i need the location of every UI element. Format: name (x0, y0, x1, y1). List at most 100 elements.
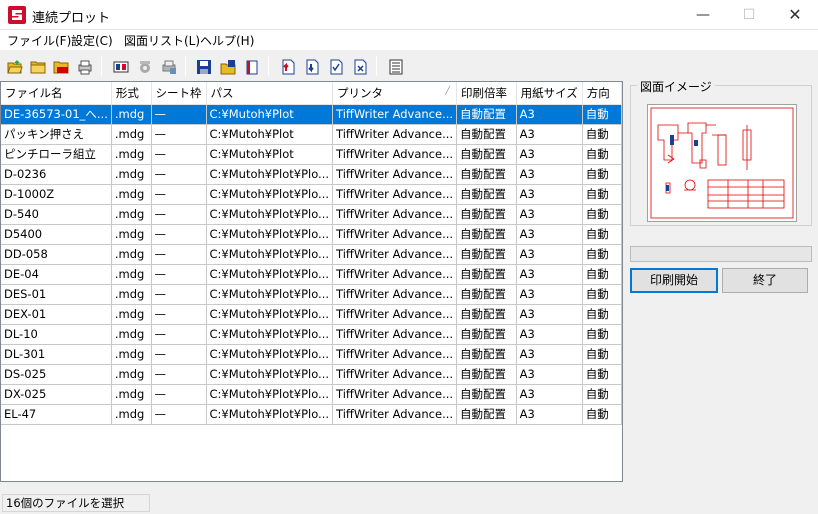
list-icon (389, 59, 403, 75)
cell-orientation: 自動 (582, 264, 623, 285)
folder-delete-button[interactable] (49, 55, 71, 77)
move-down-button[interactable] (300, 55, 322, 77)
cell-paper-size: A3 (516, 204, 583, 225)
drawing-image-group: 図面イメージ (630, 78, 812, 226)
cell-scale: 自動配置 (456, 304, 517, 325)
cell-scale: 自動配置 (456, 204, 517, 225)
save-as-button[interactable] (216, 55, 238, 77)
column-header-scale[interactable]: 印刷倍率 (456, 82, 517, 105)
maximize-button[interactable]: ☐ (726, 0, 772, 30)
table-row[interactable]: DES-01 .mdg — C:¥Mutoh¥Plot¥Plo... TiffWrite… (1, 284, 623, 305)
cell-printer: TiffWriter Advance... (332, 204, 458, 225)
move-up-button[interactable] (276, 55, 298, 77)
cell-paper-size: A3 (516, 124, 583, 145)
cell-paper-size: A3 (516, 164, 583, 185)
cell-sheet-frame: — (151, 304, 207, 325)
folder-open-button[interactable] (3, 55, 25, 77)
cell-format: .mdg (111, 344, 152, 365)
cell-scale: 自動配置 (456, 144, 517, 165)
gear-disabled-icon (140, 61, 150, 73)
cell-scale: 自動配置 (456, 184, 517, 205)
menu-file[interactable]: ファイル(F) (7, 32, 71, 49)
menu-drawing-list[interactable]: 図面リスト(L) (124, 32, 200, 49)
table-row[interactable]: D-0236 .mdg — C:¥Mutoh¥Plot¥Plo... TiffWrite… (1, 164, 623, 185)
cell-paper-size: A3 (516, 324, 583, 345)
cell-filename: D-540 (1, 204, 112, 225)
minimize-button[interactable]: — (680, 0, 726, 30)
plotter-settings-button[interactable] (109, 55, 131, 77)
table-row[interactable]: パッキン押さえ .mdg — C:¥Mutoh¥Plot TiffWriter Adva… (1, 124, 623, 145)
list-button[interactable] (384, 55, 406, 77)
cell-format: .mdg (111, 404, 152, 425)
cell-format: .mdg (111, 124, 152, 145)
toolbar-separator (268, 56, 269, 76)
menu-help[interactable]: ヘルプ(H) (200, 32, 254, 49)
file-list[interactable]: ファイル名 形式 シート枠 パス プリンタ ╱ 印刷倍率 用紙サイズ 方向 DE-… (0, 81, 623, 482)
table-row[interactable]: D-1000Z .mdg — C:¥Mutoh¥Plot¥Plo... TiffWrit… (1, 184, 623, 205)
exit-button[interactable]: 終了 (722, 268, 808, 293)
table-row[interactable]: DEX-01 .mdg — C:¥Mutoh¥Plot¥Plo... TiffWrite… (1, 304, 623, 325)
cell-path: C:¥Mutoh¥Plot¥Plo... (206, 384, 334, 405)
cell-paper-size: A3 (516, 404, 583, 425)
table-row[interactable]: EL-47 .mdg — C:¥Mutoh¥Plot¥Plo... TiffWriter… (1, 404, 623, 425)
cell-printer: TiffWriter Advance... (332, 104, 458, 125)
cell-filename: DES-01 (1, 284, 112, 305)
cell-sheet-frame: — (151, 404, 207, 425)
column-header-format[interactable]: 形式 (111, 82, 152, 105)
table-row[interactable]: D5400 .mdg — C:¥Mutoh¥Plot¥Plo... TiffWriter… (1, 224, 623, 245)
table-row[interactable]: DL-10 .mdg — C:¥Mutoh¥Plot¥Plo... TiffWriter… (1, 324, 623, 345)
print-button[interactable] (73, 55, 95, 77)
status-text: 16個のファイルを選択 (2, 494, 150, 512)
app-logo-icon (8, 6, 26, 24)
cell-format: .mdg (111, 164, 152, 185)
cell-format: .mdg (111, 384, 152, 405)
cell-filename: パッキン押さえ (1, 124, 112, 145)
cell-scale: 自動配置 (456, 364, 517, 385)
column-header-filename[interactable]: ファイル名 (1, 82, 112, 105)
column-header-printer[interactable]: プリンタ ╱ (332, 82, 458, 105)
settings-button[interactable] (133, 55, 155, 77)
cell-sheet-frame: — (151, 184, 207, 205)
close-button[interactable]: ✕ (772, 0, 818, 30)
cell-filename: DE-04 (1, 264, 112, 285)
cell-sheet-frame: — (151, 364, 207, 385)
cell-sheet-frame: — (151, 124, 207, 145)
column-header-paper-size[interactable]: 用紙サイズ (516, 82, 583, 105)
cell-paper-size: A3 (516, 264, 583, 285)
check-file-icon (330, 59, 343, 75)
print-progress-bar (630, 246, 812, 262)
page-button[interactable] (240, 55, 262, 77)
cell-orientation: 自動 (582, 324, 623, 345)
cell-filename: D5400 (1, 224, 112, 245)
column-header-orientation[interactable]: 方向 (582, 82, 623, 105)
cell-sheet-frame: — (151, 284, 207, 305)
table-row[interactable]: DD-058 .mdg — C:¥Mutoh¥Plot¥Plo... TiffWrite… (1, 244, 623, 265)
cell-paper-size: A3 (516, 244, 583, 265)
table-row[interactable]: DE-36573-01_へ... .mdg — C:¥Mutoh¥Plot TiffWr… (1, 104, 623, 125)
cell-paper-size: A3 (516, 344, 583, 365)
cell-path: C:¥Mutoh¥Plot¥Plo... (206, 284, 334, 305)
cell-format: .mdg (111, 224, 152, 245)
table-row[interactable]: ピンチローラ組立 .mdg — C:¥Mutoh¥Plot TiffWriter Adv… (1, 144, 623, 165)
move-up-icon (282, 59, 295, 75)
folder-button[interactable] (26, 55, 48, 77)
table-row[interactable]: D-540 .mdg — C:¥Mutoh¥Plot¥Plo... TiffWriter… (1, 204, 623, 225)
start-print-button[interactable]: 印刷開始 (630, 268, 718, 293)
toolbar-separator (376, 56, 377, 76)
table-header-row: ファイル名 形式 シート枠 パス プリンタ ╱ 印刷倍率 用紙サイズ 方向 (1, 82, 623, 105)
table-body: DE-36573-01_へ... .mdg — C:¥Mutoh¥Plot TiffWr… (1, 104, 623, 425)
cell-scale: 自動配置 (456, 104, 517, 125)
column-header-path[interactable]: パス (206, 82, 334, 105)
printer-setup-button[interactable] (157, 55, 179, 77)
cell-scale: 自動配置 (456, 244, 517, 265)
table-row[interactable]: DS-025 .mdg — C:¥Mutoh¥Plot¥Plo... TiffWrite… (1, 364, 623, 385)
cell-paper-size: A3 (516, 384, 583, 405)
column-header-sheet-frame[interactable]: シート枠 (151, 82, 207, 105)
table-row[interactable]: DE-04 .mdg — C:¥Mutoh¥Plot¥Plo... TiffWriter… (1, 264, 623, 285)
check-file-button[interactable] (324, 55, 346, 77)
table-row[interactable]: DX-025 .mdg — C:¥Mutoh¥Plot¥Plo... TiffWrite… (1, 384, 623, 405)
save-button[interactable] (192, 55, 214, 77)
delete-file-button[interactable] (348, 55, 370, 77)
table-row[interactable]: DL-301 .mdg — C:¥Mutoh¥Plot¥Plo... TiffWrite… (1, 344, 623, 365)
menu-settings[interactable]: 設定(C) (71, 32, 113, 49)
